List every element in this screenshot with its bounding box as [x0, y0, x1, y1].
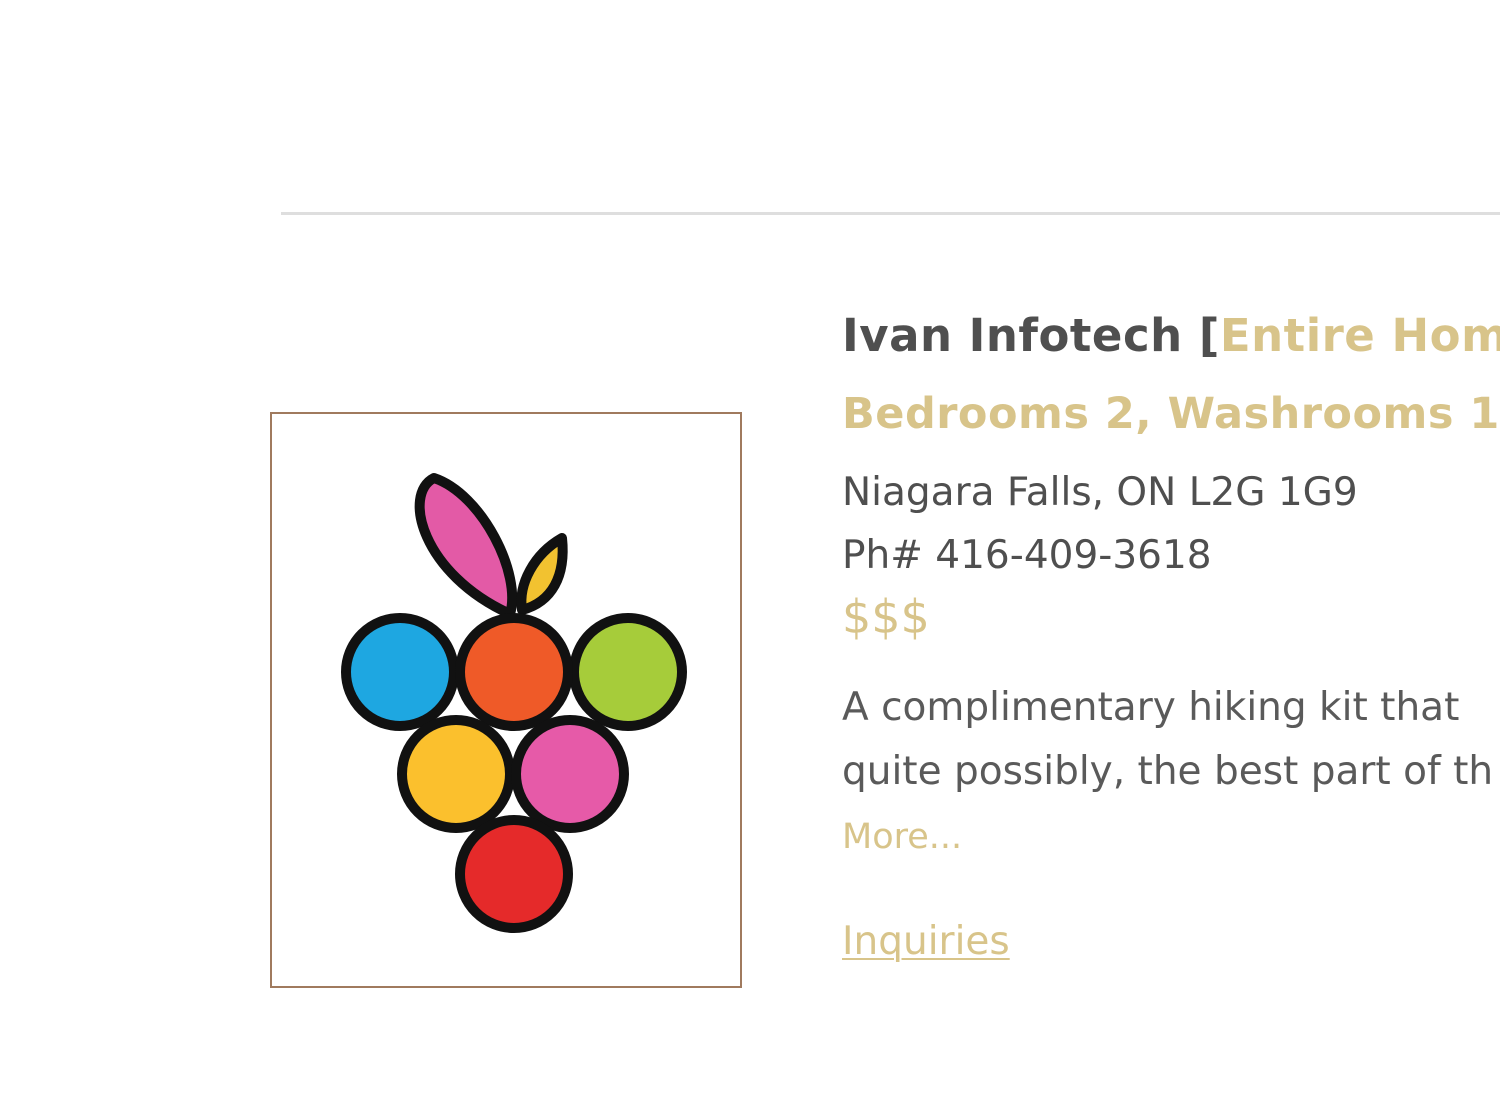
price-level: $$$ [842, 590, 930, 644]
listing-title: Ivan Infotech [Entire Home] [842, 308, 1500, 364]
grape-blue-icon [341, 613, 459, 731]
grape-cluster-logo-icon [341, 473, 687, 933]
grape-red-icon [455, 815, 573, 933]
listing-image-frame[interactable] [270, 412, 742, 988]
rooms-summary: Bedrooms 2, Washrooms 1 [842, 389, 1500, 439]
listing-description: A complimentary hiking kit that quite po… [842, 685, 1494, 794]
grape-green-icon [569, 613, 687, 731]
listing-name: Ivan Infotech [842, 309, 1183, 362]
grape-yellow-icon [397, 715, 515, 833]
bracket-open: [ [1182, 309, 1220, 362]
listing-type-link[interactable]: Entire Home [1220, 309, 1500, 362]
listing-phone: Ph# 416-409-3618 [842, 533, 1212, 578]
listing-page: Ivan Infotech [Entire Home] Bedrooms 2, … [0, 0, 1500, 1113]
grape-orange-icon [455, 613, 573, 731]
grape-pink-icon [511, 715, 629, 833]
inquiries-link[interactable]: Inquiries [842, 918, 1010, 966]
leaf-large-icon [414, 473, 518, 619]
listing-address: Niagara Falls, ON L2G 1G9 [842, 470, 1358, 515]
leaf-small-icon [516, 533, 568, 615]
more-link[interactable]: More... [842, 816, 962, 858]
section-divider [281, 212, 1500, 215]
